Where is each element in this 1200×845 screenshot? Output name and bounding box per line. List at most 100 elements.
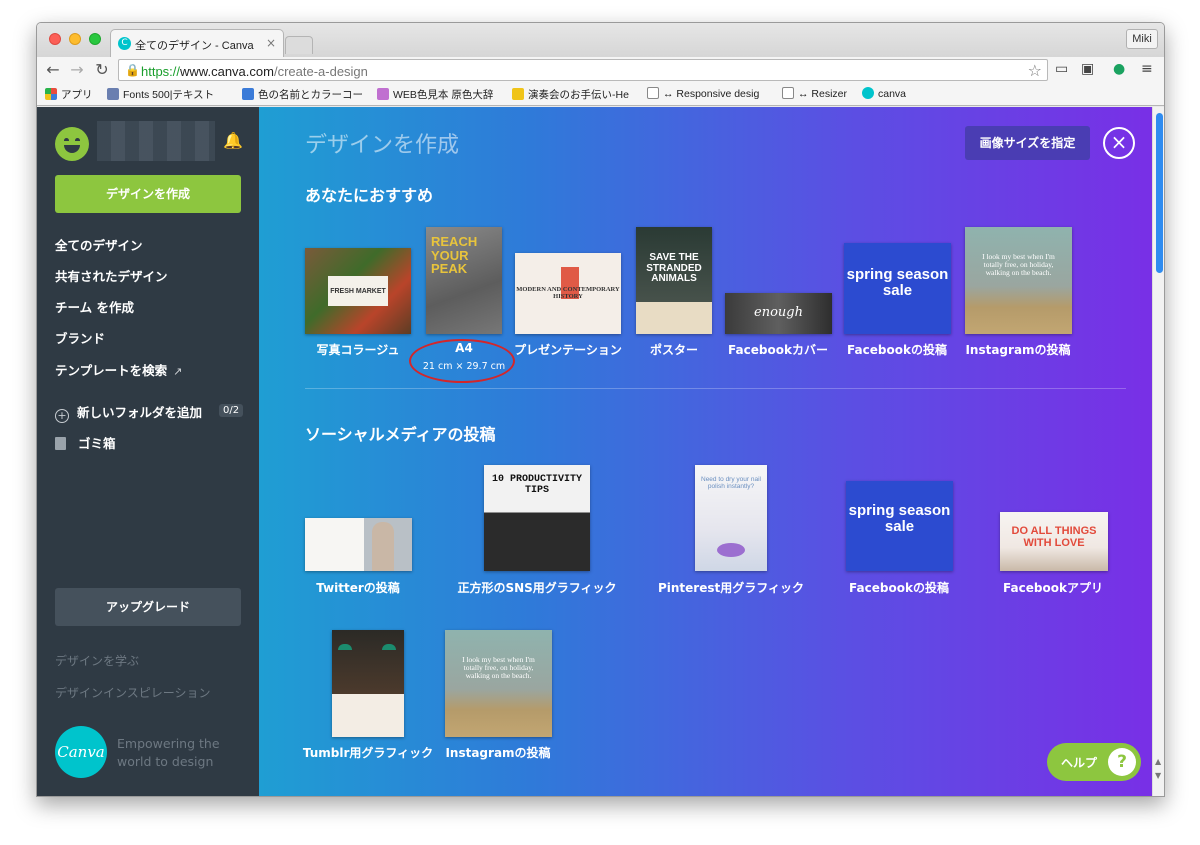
external-arrow-icon: ↗ xyxy=(173,365,183,378)
forward-arrow-icon[interactable]: → xyxy=(67,60,87,79)
annotation-circle xyxy=(409,339,515,383)
label-instagram-2[interactable]: Instagramの投稿 xyxy=(445,744,550,761)
new-tab-button[interactable] xyxy=(285,36,313,54)
tab-title: 全てのデザイン - Canva xyxy=(135,40,254,52)
address-bar[interactable]: 🔒 https://www.canva.com/create-a-design … xyxy=(118,59,1048,81)
sidebar-item-shared[interactable]: 共有されたデザイン xyxy=(55,266,168,285)
zoom-window-button[interactable] xyxy=(89,33,101,45)
trash-link[interactable]: ゴミ箱 xyxy=(55,433,116,452)
label-square-sns[interactable]: 正方形のSNS用グラフィック xyxy=(457,579,616,596)
label-tumblr[interactable]: Tumblr用グラフィック xyxy=(303,744,433,761)
thumb-lamp xyxy=(338,644,352,650)
tt-icon xyxy=(107,88,119,100)
sidebar-item-create-team[interactable]: チーム を作成 xyxy=(55,297,134,316)
grammarly-icon[interactable]: ● xyxy=(1113,61,1125,77)
label-poster[interactable]: ポスター xyxy=(650,341,698,358)
tagline: Empowering the world to design xyxy=(117,736,220,769)
bookmark-canva[interactable]: canva xyxy=(862,87,906,100)
thumb-facebook-post-2[interactable]: spring season sale xyxy=(846,481,953,571)
add-folder-button[interactable]: + 新しいフォルダを追加 xyxy=(55,402,202,423)
thumb-square-sns[interactable]: 10 PRODUCTIVITY TIPS xyxy=(484,465,590,571)
thumb-text: SAVE THE STRANDED ANIMALS xyxy=(646,252,702,284)
label-twitter[interactable]: Twitterの投稿 xyxy=(316,579,400,596)
bookmark-star-icon[interactable]: ☆ xyxy=(1028,61,1042,80)
thumb-instagram[interactable]: I look my best when I'm totally free, on… xyxy=(965,227,1072,334)
label-facebook-cover[interactable]: Facebookカバー xyxy=(728,341,828,358)
page-title: デザインを作成 xyxy=(305,133,460,158)
thumb-text: spring season sale xyxy=(848,502,951,535)
scroll-up-icon[interactable]: ▲ xyxy=(1155,757,1161,766)
avatar[interactable] xyxy=(55,127,89,161)
thumb-facebook-post[interactable]: spring season sale xyxy=(844,243,951,334)
label-facebook-post[interactable]: Facebookの投稿 xyxy=(847,341,947,358)
profile-button[interactable]: Miki xyxy=(1126,29,1158,49)
lock-icon: 🔒 xyxy=(125,63,140,77)
thumb-text: I look my best when I'm totally free, on… xyxy=(462,655,535,680)
custom-size-button[interactable]: 画像サイズを指定 xyxy=(965,126,1090,160)
thumb-presentation[interactable]: MODERN AND CONTEMPORARY HISTORY xyxy=(515,253,621,334)
social-section-title: ソーシャルメディアの投稿 xyxy=(305,425,496,444)
bookmarks-bar: アプリ Fonts 500|テキスト 色の名前とカラーコー WEB色見本 原色大… xyxy=(37,84,1164,106)
scroll-down-icon[interactable]: ▼ xyxy=(1155,771,1161,780)
bookmark-concert[interactable]: 演奏会のお手伝い-He xyxy=(512,87,629,102)
label-presentation[interactable]: プレゼンテーション xyxy=(514,341,622,358)
sidebar-item-brand[interactable]: ブランド xyxy=(55,328,105,347)
close-window-button[interactable] xyxy=(49,33,61,45)
cast-icon[interactable]: ▭ xyxy=(1055,61,1068,77)
scroll-thumb[interactable] xyxy=(1156,113,1163,273)
minimize-window-button[interactable] xyxy=(69,33,81,45)
back-arrow-icon[interactable]: ← xyxy=(43,60,63,79)
thumb-a4[interactable]: REACH YOUR PEAK xyxy=(426,227,502,334)
page-icon xyxy=(782,87,794,99)
bookmark-fonts500[interactable]: Fonts 500|テキスト xyxy=(107,87,214,102)
bookmark-apps[interactable]: アプリ xyxy=(45,87,93,102)
reload-icon[interactable]: ↻ xyxy=(92,60,112,79)
canva-logo[interactable]: Canva xyxy=(55,726,107,778)
tab-close-icon[interactable]: × xyxy=(266,36,276,50)
label-facebook-app[interactable]: Facebookアプリ xyxy=(1003,579,1103,596)
question-icon: ? xyxy=(1108,748,1136,776)
username-blurred xyxy=(97,121,215,161)
thumb-person xyxy=(372,522,394,571)
recommended-section-title: あなたにおすすめ xyxy=(305,186,434,205)
sidebar-item-all-designs[interactable]: 全てのデザイン xyxy=(55,235,143,254)
thumb-text: FRESH MARKET xyxy=(330,288,386,295)
thumb-instagram-2[interactable]: I look my best when I'm totally free, on… xyxy=(445,630,552,737)
thumb-text: spring season sale xyxy=(846,266,949,299)
canva-icon xyxy=(862,87,874,99)
scrollbar[interactable]: ▲ ▼ xyxy=(1152,107,1164,796)
label-instagram[interactable]: Instagramの投稿 xyxy=(965,341,1070,358)
label-facebook-post-2[interactable]: Facebookの投稿 xyxy=(849,579,949,596)
thumb-facebook-cover[interactable]: enough xyxy=(725,293,832,334)
bookmark-responsive[interactable]: ↔ Responsive desig xyxy=(647,87,759,100)
create-design-button[interactable]: デザインを作成 xyxy=(55,175,241,213)
thumb-lamp xyxy=(382,644,396,650)
browser-window: C 全てのデザイン - Canva × Miki ← → ↻ 🔒 https:/… xyxy=(36,22,1165,797)
browser-toolbar: ← → ↻ 🔒 https://www.canva.com/create-a-d… xyxy=(37,57,1164,84)
thumb-poster[interactable]: SAVE THE STRANDED ANIMALS xyxy=(636,227,712,334)
bookmark-color-names[interactable]: 色の名前とカラーコー xyxy=(242,87,363,102)
design-inspiration-link[interactable]: デザインインスピレーション xyxy=(55,684,211,701)
extension-new-icon[interactable]: ▣ xyxy=(1081,61,1094,77)
thumb-pinterest[interactable]: Need to dry your nail polish instantly? xyxy=(695,465,767,571)
thumb-twitter[interactable] xyxy=(305,518,412,571)
help-button[interactable]: ヘルプ ? xyxy=(1047,743,1141,781)
browser-tab-active[interactable]: C 全てのデザイン - Canva × xyxy=(110,29,284,57)
bookmark-resizer[interactable]: ↔ Resizer xyxy=(782,87,847,100)
help-label: ヘルプ xyxy=(1061,756,1098,770)
thumb-facebook-app[interactable]: DO ALL THINGS WITH LOVE xyxy=(1000,512,1108,571)
free-icon xyxy=(242,88,254,100)
bookmark-web-colors[interactable]: WEB色見本 原色大辞 xyxy=(377,87,493,102)
label-photo-collage[interactable]: 写真コラージュ xyxy=(317,341,400,358)
canva-favicon-icon: C xyxy=(118,37,131,50)
sidebar-item-template-search[interactable]: テンプレートを検索 ↗ xyxy=(55,360,182,379)
label-pinterest[interactable]: Pinterest用グラフィック xyxy=(658,579,804,596)
menu-icon[interactable]: ≡ xyxy=(1141,61,1153,77)
thumb-photo-collage[interactable]: FRESH MARKET xyxy=(305,248,411,334)
trash-icon xyxy=(55,437,66,450)
upgrade-button[interactable]: アップグレード xyxy=(55,588,241,626)
bell-icon[interactable]: 🔔 xyxy=(223,131,243,150)
close-icon[interactable]: × xyxy=(1103,127,1135,159)
thumb-tumblr[interactable] xyxy=(332,630,404,737)
learn-design-link[interactable]: デザインを学ぶ xyxy=(55,652,139,669)
